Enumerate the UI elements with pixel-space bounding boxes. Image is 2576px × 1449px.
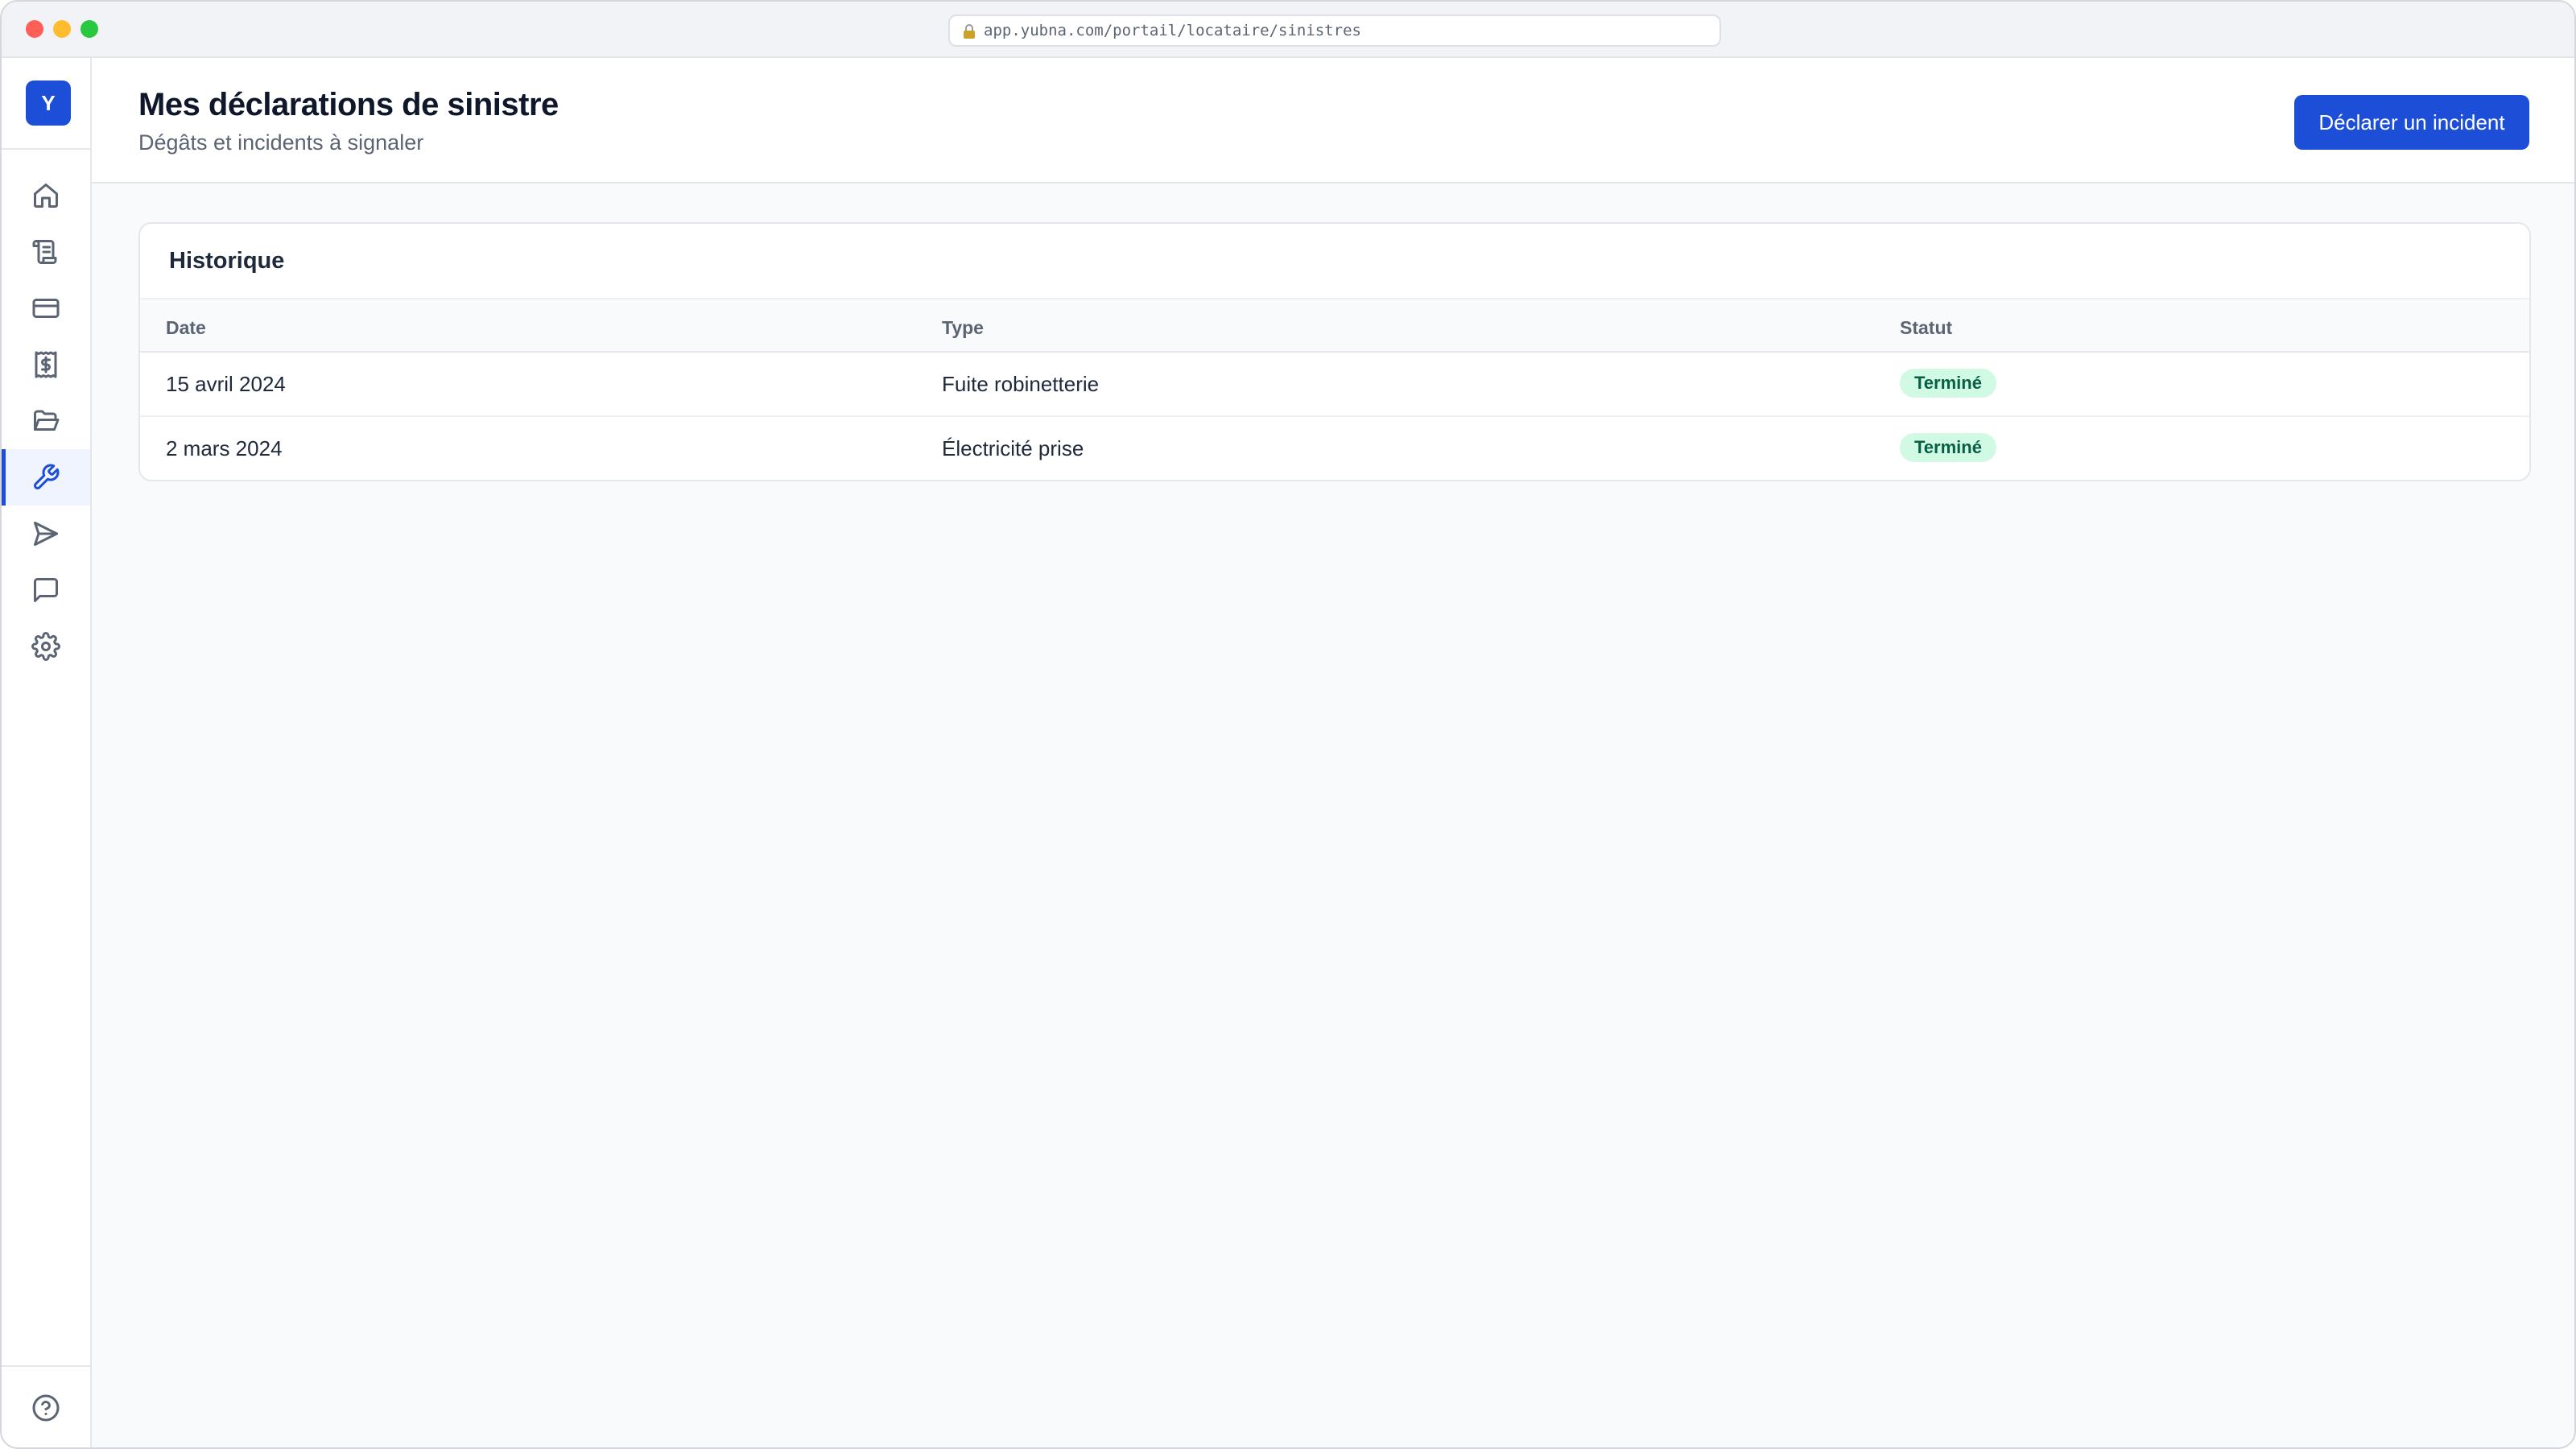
sidebar-divider (2, 1365, 90, 1367)
browser-window: app.yubna.com/portail/locataire/sinistre… (0, 0, 2576, 1449)
cell-date: 15 avril 2024 (166, 372, 286, 396)
title-bar: app.yubna.com/portail/locataire/sinistre… (2, 2, 2574, 58)
column-header-date[interactable]: Date (166, 317, 206, 339)
lease-scroll-icon (32, 240, 57, 264)
minimize-window-button[interactable] (53, 20, 71, 38)
table-header: Date Type Statut (140, 298, 2529, 353)
column-header-status[interactable]: Statut (1900, 317, 1952, 339)
help-circle-icon (32, 1394, 60, 1422)
receipt-icon (35, 351, 57, 378)
credit-card-icon (32, 299, 60, 318)
sidebar-divider (2, 148, 90, 150)
column-header-type[interactable]: Type (942, 317, 984, 339)
sidebar-item-receipts[interactable] (2, 336, 90, 393)
folder-icon (34, 410, 60, 431)
settings-icon (31, 632, 60, 661)
cell-date: 2 mars 2024 (166, 436, 283, 460)
sidebar-item-documents[interactable] (2, 393, 90, 449)
wrench-icon (34, 464, 60, 489)
status-badge: Terminé (1900, 369, 1996, 398)
table-row[interactable]: 2 mars 2024 Électricité prise Terminé (140, 417, 2529, 480)
sidebar: Y (2, 58, 92, 1447)
sidebar-item-payments[interactable] (2, 280, 90, 336)
message-icon (34, 578, 58, 602)
sidebar-item-claims[interactable] (2, 449, 90, 506)
help-button[interactable] (2, 1380, 90, 1436)
home-icon (34, 184, 58, 208)
send-icon (34, 522, 58, 546)
cell-type: Électricité prise (942, 436, 1084, 460)
card-title: Historique (169, 248, 285, 274)
maximize-window-button[interactable] (80, 20, 98, 38)
page-header: Mes déclarations de sinistre Dégâts et i… (92, 58, 2574, 184)
sidebar-item-settings[interactable] (2, 618, 90, 675)
sidebar-item-lease[interactable] (2, 224, 90, 280)
history-card: Historique Date Type Statut 15 avril 202… (138, 222, 2531, 481)
table-row[interactable]: 15 avril 2024 Fuite robinetterie Terminé (140, 353, 2529, 417)
cell-type: Fuite robinetterie (942, 372, 1100, 396)
lock-icon (963, 23, 976, 39)
page-subtitle: Dégâts et incidents à signaler (138, 130, 424, 155)
page-title: Mes déclarations de sinistre (138, 87, 559, 122)
sidebar-item-messages[interactable] (2, 562, 90, 618)
sidebar-item-home[interactable] (2, 167, 90, 224)
app-logo[interactable]: Y (26, 80, 71, 126)
url-text: app.yubna.com/portail/locataire/sinistre… (984, 22, 1361, 39)
close-window-button[interactable] (26, 20, 43, 38)
sidebar-item-requests[interactable] (2, 506, 90, 562)
status-badge: Terminé (1900, 433, 1996, 462)
address-bar[interactable]: app.yubna.com/portail/locataire/sinistre… (948, 14, 1721, 47)
declare-incident-button[interactable]: Déclarer un incident (2294, 95, 2529, 150)
